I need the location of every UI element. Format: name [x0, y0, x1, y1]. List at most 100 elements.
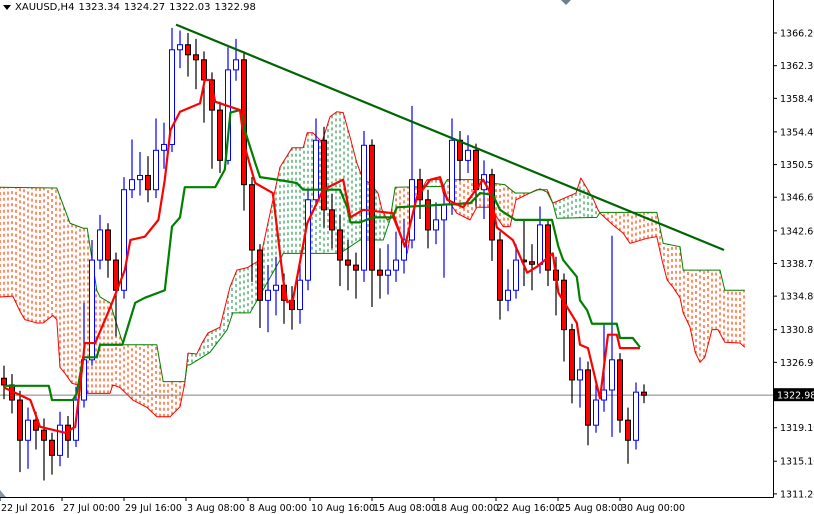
- bearish-candle: [457, 131, 463, 182]
- candles: [1, 27, 647, 481]
- candle-body: [473, 149, 479, 191]
- y-tick-label: 1319.10: [780, 423, 814, 434]
- bearish-candle: [17, 390, 23, 473]
- candle-body: [1, 377, 7, 386]
- bearish-candle: [321, 126, 327, 228]
- bearish-candle: [65, 415, 71, 458]
- x-tick-label: 8 Aug 00:00: [249, 503, 307, 514]
- bearish-candle: [497, 231, 503, 320]
- scroll-marker-icon[interactable]: [0, 490, 6, 497]
- candle-body: [193, 54, 199, 61]
- bullish-candle: [89, 239, 95, 366]
- candle-body: [369, 144, 375, 271]
- price-chart[interactable]: 1366.20 1362.30 1358.40 1354.40 1350.50 1346.…: [0, 0, 814, 514]
- bullish-candle: [433, 202, 439, 245]
- x-tick-label: 22 Jul 2016: [1, 503, 55, 514]
- x-tick-label: 29 Jul 16:00: [125, 503, 182, 514]
- bearish-candle: [329, 193, 335, 249]
- candle-body: [625, 419, 631, 441]
- bearish-candle: [377, 248, 383, 299]
- bearish-candle: [9, 374, 15, 414]
- candle-body: [641, 391, 647, 396]
- bullish-candle: [97, 214, 103, 270]
- candle-body: [313, 139, 319, 201]
- bearish-candle: [353, 252, 359, 299]
- candle-body: [513, 259, 519, 291]
- candle-body: [465, 149, 471, 161]
- candle-body: [353, 264, 359, 271]
- y-tick-label: 1346.60: [780, 193, 814, 204]
- bearish-candle: [617, 353, 623, 433]
- candle-body: [601, 389, 607, 401]
- candle-body: [329, 209, 335, 231]
- candle-body: [273, 284, 279, 291]
- candle-body: [433, 219, 439, 231]
- candle-body: [321, 139, 327, 211]
- candle-body: [185, 44, 191, 56]
- bearish-candle: [257, 244, 263, 328]
- bullish-candle: [505, 269, 511, 312]
- bullish-candle: [233, 38, 239, 81]
- candle-body: [633, 391, 639, 441]
- candle-body: [385, 269, 391, 276]
- candle-body: [529, 261, 535, 265]
- candle-body: [97, 229, 103, 261]
- candle-body: [297, 279, 303, 311]
- x-tick-label: 25 Aug 08:00: [559, 503, 623, 514]
- bullish-candle: [465, 135, 471, 173]
- y-tick-label: 1311.20: [780, 489, 814, 500]
- bullish-candle: [273, 256, 279, 316]
- candle-body: [249, 184, 255, 251]
- price-axis-bg: [773, 0, 814, 514]
- bearish-candle: [561, 273, 567, 362]
- candle-body: [609, 359, 615, 391]
- bullish-candle: [609, 235, 615, 437]
- candle-body: [161, 143, 167, 151]
- candle-body: [153, 149, 159, 191]
- bearish-candle: [337, 214, 343, 287]
- x-tick-label: 10 Aug 16:00: [311, 503, 375, 514]
- bullish-candle: [177, 30, 183, 69]
- current-price-label: 1322.98: [777, 391, 814, 402]
- bearish-candle: [545, 219, 551, 287]
- candle-body: [345, 259, 351, 266]
- y-tick-label: 1362.30: [780, 61, 814, 72]
- bearish-candle: [585, 361, 591, 446]
- bearish-candle: [193, 38, 199, 90]
- y-tick-label: 1358.40: [780, 94, 814, 105]
- bearish-candle: [369, 139, 375, 308]
- bullish-candle: [441, 185, 447, 278]
- bullish-candle: [25, 407, 31, 469]
- y-tick-label: 1354.40: [780, 127, 814, 138]
- candle-body: [569, 329, 575, 381]
- bullish-candle: [265, 265, 271, 333]
- bullish-candle: [57, 411, 63, 467]
- y-tick-label: 1330.80: [780, 325, 814, 336]
- candle-body: [505, 289, 511, 301]
- chart-shift-marker-icon[interactable]: [561, 0, 571, 5]
- bearish-candle: [105, 223, 111, 278]
- bullish-candle: [153, 118, 159, 199]
- bullish-candle: [129, 139, 135, 199]
- y-tick-label: 1315.10: [780, 457, 814, 468]
- candle-body: [25, 419, 31, 441]
- y-tick-label: 1334.80: [780, 292, 814, 303]
- candle-body: [217, 109, 223, 161]
- candle-body: [57, 424, 63, 456]
- resistance-trendline: [175, 23, 725, 252]
- bearish-candle: [529, 244, 535, 291]
- bearish-candle: [185, 33, 191, 77]
- candle-body: [145, 174, 151, 191]
- bearish-candle: [521, 219, 527, 287]
- candle-body: [17, 399, 23, 441]
- candle-body: [585, 369, 591, 426]
- y-tick-label: 1366.20: [780, 29, 814, 40]
- candle-body: [441, 204, 447, 221]
- candle-body: [105, 229, 111, 261]
- candle-body: [233, 59, 239, 71]
- candle-body: [265, 289, 271, 301]
- bullish-candle: [361, 131, 367, 282]
- candle-body: [377, 269, 383, 276]
- bullish-candle: [305, 189, 311, 291]
- candle-body: [337, 229, 343, 261]
